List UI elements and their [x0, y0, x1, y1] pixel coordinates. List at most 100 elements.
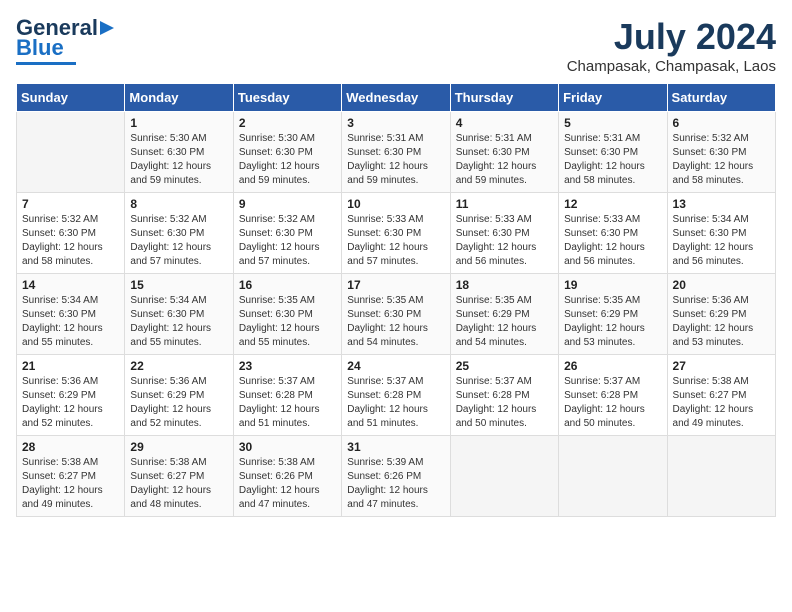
- page-header: General Blue July 2024 Champasak, Champa…: [16, 16, 776, 75]
- day-number: 6: [673, 116, 770, 130]
- day-number: 25: [456, 359, 553, 373]
- cell-info: Sunrise: 5:35 AM Sunset: 6:29 PM Dayligh…: [564, 294, 661, 350]
- calendar-cell: 6Sunrise: 5:32 AM Sunset: 6:30 PM Daylig…: [667, 112, 775, 193]
- calendar-cell: 29 Sunrise: 5:38 AM Sunset: 6:27 PM Dayli…: [125, 436, 233, 517]
- calendar-cell: 13 Sunrise: 5:34 AM Sunset: 6:30 PM Dayli…: [667, 193, 775, 274]
- weekday-header-wednesday: Wednesday: [342, 84, 450, 112]
- day-number: 26: [564, 359, 661, 373]
- calendar-cell: 5Sunrise: 5:31 AM Sunset: 6:30 PM Daylig…: [559, 112, 667, 193]
- calendar-cell: 16 Sunrise: 5:35 AM Sunset: 6:30 PM Dayli…: [233, 274, 341, 355]
- day-number: 15: [130, 278, 227, 292]
- weekday-header-monday: Monday: [125, 84, 233, 112]
- cell-info: Sunrise: 5:37 AM Sunset: 6:28 PM Dayligh…: [239, 375, 336, 431]
- cell-info: Sunrise: 5:37 AM Sunset: 6:28 PM Dayligh…: [347, 375, 444, 431]
- calendar-cell: 20Sunrise: 5:36 AM Sunset: 6:29 PM Dayli…: [667, 274, 775, 355]
- weekday-header-tuesday: Tuesday: [233, 84, 341, 112]
- calendar-week-row: 28 Sunrise: 5:38 AM Sunset: 6:27 PM Dayli…: [17, 436, 776, 517]
- calendar-week-row: 7 Sunrise: 5:32 AM Sunset: 6:30 PM Daylig…: [17, 193, 776, 274]
- calendar-week-row: 1 Sunrise: 5:30 AM Sunset: 6:30 PM Daylig…: [17, 112, 776, 193]
- weekday-header-sunday: Sunday: [17, 84, 125, 112]
- cell-info: Sunrise: 5:33 AM Sunset: 6:30 PM Dayligh…: [347, 213, 444, 269]
- day-number: 10: [347, 197, 444, 211]
- calendar-cell: 19Sunrise: 5:35 AM Sunset: 6:29 PM Dayli…: [559, 274, 667, 355]
- day-number: 3: [347, 116, 444, 130]
- day-number: 24: [347, 359, 444, 373]
- calendar-cell: 12Sunrise: 5:33 AM Sunset: 6:30 PM Dayli…: [559, 193, 667, 274]
- calendar-cell: 7Sunrise: 5:32 AM Sunset: 6:30 PM Daylig…: [17, 193, 125, 274]
- cell-info: Sunrise: 5:33 AM Sunset: 6:30 PM Dayligh…: [564, 213, 661, 269]
- calendar-cell: 30 Sunrise: 5:38 AM Sunset: 6:26 PM Dayli…: [233, 436, 341, 517]
- day-number: 23: [239, 359, 336, 373]
- cell-info: Sunrise: 5:38 AM Sunset: 6:26 PM Dayligh…: [239, 456, 336, 512]
- calendar-cell: [17, 112, 125, 193]
- cell-info: Sunrise: 5:36 AM Sunset: 6:29 PM Dayligh…: [673, 294, 770, 350]
- calendar-cell: 28 Sunrise: 5:38 AM Sunset: 6:27 PM Dayli…: [17, 436, 125, 517]
- day-number: 1: [130, 116, 227, 130]
- cell-info: Sunrise: 5:30 AM Sunset: 6:30 PM Dayligh…: [239, 132, 336, 188]
- location-subtitle: Champasak, Champasak, Laos: [567, 58, 776, 75]
- logo-blue-text: Blue: [16, 36, 64, 60]
- month-title: July 2024: [567, 16, 776, 58]
- day-number: 30: [239, 440, 336, 454]
- cell-info: Sunrise: 5:34 AM Sunset: 6:30 PM Dayligh…: [130, 294, 227, 350]
- calendar-cell: 26 Sunrise: 5:37 AM Sunset: 6:28 PM Dayli…: [559, 355, 667, 436]
- cell-info: Sunrise: 5:32 AM Sunset: 6:30 PM Dayligh…: [130, 213, 227, 269]
- cell-info: Sunrise: 5:33 AM Sunset: 6:30 PM Dayligh…: [456, 213, 553, 269]
- cell-info: Sunrise: 5:34 AM Sunset: 6:30 PM Dayligh…: [22, 294, 119, 350]
- cell-info: Sunrise: 5:38 AM Sunset: 6:27 PM Dayligh…: [22, 456, 119, 512]
- calendar-cell: 8 Sunrise: 5:32 AM Sunset: 6:30 PM Daylig…: [125, 193, 233, 274]
- cell-info: Sunrise: 5:31 AM Sunset: 6:30 PM Dayligh…: [564, 132, 661, 188]
- day-number: 28: [22, 440, 119, 454]
- cell-info: Sunrise: 5:38 AM Sunset: 6:27 PM Dayligh…: [130, 456, 227, 512]
- logo-underline: [16, 62, 76, 65]
- calendar-header-row: SundayMondayTuesdayWednesdayThursdayFrid…: [17, 84, 776, 112]
- calendar-cell: 11 Sunrise: 5:33 AM Sunset: 6:30 PM Dayli…: [450, 193, 558, 274]
- calendar-cell: 22Sunrise: 5:36 AM Sunset: 6:29 PM Dayli…: [125, 355, 233, 436]
- cell-info: Sunrise: 5:38 AM Sunset: 6:27 PM Dayligh…: [673, 375, 770, 431]
- calendar-cell: [667, 436, 775, 517]
- calendar-cell: [450, 436, 558, 517]
- weekday-header-saturday: Saturday: [667, 84, 775, 112]
- calendar-table: SundayMondayTuesdayWednesdayThursdayFrid…: [16, 83, 776, 517]
- cell-info: Sunrise: 5:31 AM Sunset: 6:30 PM Dayligh…: [347, 132, 444, 188]
- cell-info: Sunrise: 5:37 AM Sunset: 6:28 PM Dayligh…: [456, 375, 553, 431]
- day-number: 21: [22, 359, 119, 373]
- day-number: 4: [456, 116, 553, 130]
- cell-info: Sunrise: 5:32 AM Sunset: 6:30 PM Dayligh…: [239, 213, 336, 269]
- day-number: 27: [673, 359, 770, 373]
- calendar-body: 1 Sunrise: 5:30 AM Sunset: 6:30 PM Daylig…: [17, 112, 776, 517]
- day-number: 17: [347, 278, 444, 292]
- cell-info: Sunrise: 5:36 AM Sunset: 6:29 PM Dayligh…: [130, 375, 227, 431]
- cell-info: Sunrise: 5:37 AM Sunset: 6:28 PM Dayligh…: [564, 375, 661, 431]
- calendar-cell: 21 Sunrise: 5:36 AM Sunset: 6:29 PM Dayli…: [17, 355, 125, 436]
- weekday-header-thursday: Thursday: [450, 84, 558, 112]
- day-number: 29: [130, 440, 227, 454]
- cell-info: Sunrise: 5:31 AM Sunset: 6:30 PM Dayligh…: [456, 132, 553, 188]
- title-area: July 2024 Champasak, Champasak, Laos: [567, 16, 776, 75]
- day-number: 7: [22, 197, 119, 211]
- calendar-cell: 14Sunrise: 5:34 AM Sunset: 6:30 PM Dayli…: [17, 274, 125, 355]
- cell-info: Sunrise: 5:39 AM Sunset: 6:26 PM Dayligh…: [347, 456, 444, 512]
- calendar-cell: 2 Sunrise: 5:30 AM Sunset: 6:30 PM Daylig…: [233, 112, 341, 193]
- calendar-cell: 18Sunrise: 5:35 AM Sunset: 6:29 PM Dayli…: [450, 274, 558, 355]
- calendar-cell: 3 Sunrise: 5:31 AM Sunset: 6:30 PM Daylig…: [342, 112, 450, 193]
- calendar-cell: 4 Sunrise: 5:31 AM Sunset: 6:30 PM Daylig…: [450, 112, 558, 193]
- day-number: 8: [130, 197, 227, 211]
- calendar-week-row: 14Sunrise: 5:34 AM Sunset: 6:30 PM Dayli…: [17, 274, 776, 355]
- calendar-cell: 31 Sunrise: 5:39 AM Sunset: 6:26 PM Dayli…: [342, 436, 450, 517]
- logo: General Blue: [16, 16, 116, 65]
- cell-info: Sunrise: 5:36 AM Sunset: 6:29 PM Dayligh…: [22, 375, 119, 431]
- calendar-cell: 9 Sunrise: 5:32 AM Sunset: 6:30 PM Daylig…: [233, 193, 341, 274]
- day-number: 9: [239, 197, 336, 211]
- day-number: 13: [673, 197, 770, 211]
- day-number: 16: [239, 278, 336, 292]
- day-number: 2: [239, 116, 336, 130]
- cell-info: Sunrise: 5:35 AM Sunset: 6:30 PM Dayligh…: [239, 294, 336, 350]
- day-number: 31: [347, 440, 444, 454]
- calendar-cell: 23 Sunrise: 5:37 AM Sunset: 6:28 PM Dayli…: [233, 355, 341, 436]
- cell-info: Sunrise: 5:34 AM Sunset: 6:30 PM Dayligh…: [673, 213, 770, 269]
- day-number: 11: [456, 197, 553, 211]
- calendar-cell: 24 Sunrise: 5:37 AM Sunset: 6:28 PM Dayli…: [342, 355, 450, 436]
- calendar-cell: 17Sunrise: 5:35 AM Sunset: 6:30 PM Dayli…: [342, 274, 450, 355]
- cell-info: Sunrise: 5:35 AM Sunset: 6:29 PM Dayligh…: [456, 294, 553, 350]
